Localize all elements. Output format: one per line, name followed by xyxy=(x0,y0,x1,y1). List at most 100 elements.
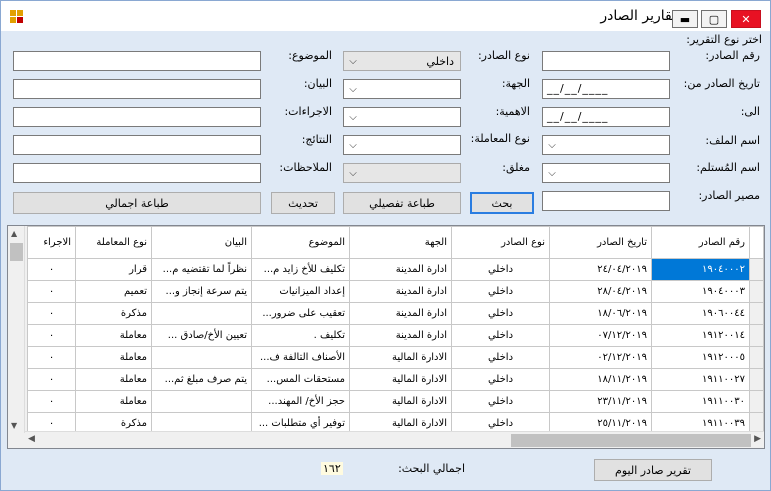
table-cell[interactable]: معاملة xyxy=(75,368,152,391)
maximize-button[interactable]: ▢ xyxy=(701,10,727,28)
table-cell[interactable]: ١٨/٠٦/٢٠١٩ xyxy=(549,302,652,325)
table-cell[interactable]: داخلي xyxy=(451,346,550,369)
table-cell[interactable]: الادارة المالية xyxy=(349,368,452,391)
table-cell[interactable]: تعيين الأخ/صادق ... xyxy=(151,324,252,347)
close-button[interactable]: ✕ xyxy=(731,10,761,28)
table-cell[interactable]: ٠ xyxy=(27,324,76,347)
vertical-scrollbar[interactable]: ▲ ▼ xyxy=(8,226,25,433)
date-from-field[interactable]: __/__/____ xyxy=(542,79,670,99)
horizontal-scrollbar[interactable]: ◀ ▶ xyxy=(25,431,764,448)
table-cell[interactable]: ٠ xyxy=(27,368,76,391)
table-cell[interactable] xyxy=(151,346,252,369)
table-cell[interactable]: داخلي xyxy=(451,280,550,303)
today-report-button[interactable]: تقرير صادر اليوم xyxy=(594,459,712,481)
table-cell[interactable]: داخلي xyxy=(451,324,550,347)
table-cell[interactable]: ٢٤/٠٤/٢٠١٩ xyxy=(549,258,652,281)
table-cell[interactable]: يتم سرعة إنجاز و... xyxy=(151,280,252,303)
statement-field[interactable] xyxy=(13,79,261,99)
table-cell[interactable]: ١٩١٢٠٠١٤ xyxy=(651,324,750,347)
col-header[interactable]: تاريخ الصادر xyxy=(549,226,652,259)
col-header[interactable]: رقم الصادر xyxy=(651,226,750,259)
scroll-left-icon[interactable]: ◀ xyxy=(28,434,35,444)
table-cell[interactable]: ١٨/١١/٢٠١٩ xyxy=(549,368,652,391)
recipient-select[interactable]: ⌵ xyxy=(542,163,670,183)
scroll-down-icon[interactable]: ▼ xyxy=(11,421,17,430)
table-cell[interactable]: الأصناف التالفة ف... xyxy=(251,346,350,369)
table-cell[interactable]: تكليف للأخ زايد م... xyxy=(251,258,350,281)
table-cell[interactable]: ١٩٠٦٠٠٤٤ xyxy=(651,302,750,325)
table-cell[interactable]: ١٩٠٤٠٠٠٣ xyxy=(651,280,750,303)
table-cell[interactable] xyxy=(151,390,252,413)
col-header[interactable]: نوع المعاملة xyxy=(75,226,152,259)
scroll-right-icon[interactable]: ▶ xyxy=(754,434,761,444)
importance-select[interactable]: ⌵ xyxy=(343,107,461,127)
table-cell[interactable]: ٠ xyxy=(27,302,76,325)
table-cell[interactable]: يتم صرف مبلغ ثم... xyxy=(151,368,252,391)
row-header[interactable] xyxy=(749,258,764,281)
table-row[interactable]: ١٩٠٤٠٠٠٣ ٢٨/٠٤/٢٠١٩ داخلي ادارة المدينة إعدا… xyxy=(27,280,764,303)
table-cell[interactable]: الادارة المالية xyxy=(349,390,452,413)
vertical-scroll-thumb[interactable] xyxy=(10,243,23,261)
outgoing-no-field[interactable] xyxy=(542,51,670,71)
subject-field[interactable] xyxy=(13,51,261,71)
row-header[interactable] xyxy=(749,346,764,369)
table-cell[interactable]: داخلي xyxy=(451,368,550,391)
row-header[interactable] xyxy=(749,280,764,303)
table-cell[interactable]: ٠٢/١٢/٢٠١٩ xyxy=(549,346,652,369)
table-cell[interactable]: ١٩١١٠٠٢٧ xyxy=(651,368,750,391)
table-row[interactable]: ١٩٠٦٠٠٤٤ ١٨/٠٦/٢٠١٩ داخلي ادارة المدينة تعقي… xyxy=(27,302,764,325)
table-row[interactable]: ١٩١٢٠٠٠٥ ٠٢/١٢/٢٠١٩ داخلي الادارة المالية ال… xyxy=(27,346,764,369)
table-cell[interactable]: قرار xyxy=(75,258,152,281)
results-field[interactable] xyxy=(13,135,261,155)
results-grid[interactable]: رقم الصادر تاريخ الصادر نوع الصادر الجهة… xyxy=(7,225,765,449)
table-cell[interactable]: مذكرة xyxy=(75,302,152,325)
table-row[interactable]: ١٩١١٠٠٣٠ ٢٣/١١/٢٠١٩ داخلي الادارة المالية حج… xyxy=(27,390,764,413)
row-header[interactable] xyxy=(749,324,764,347)
horizontal-scroll-thumb[interactable] xyxy=(511,434,751,447)
table-cell[interactable]: ادارة المدينة xyxy=(349,258,452,281)
col-header[interactable]: الجهة xyxy=(349,226,452,259)
row-header[interactable] xyxy=(749,390,764,413)
table-cell[interactable]: داخلي xyxy=(451,302,550,325)
table-cell[interactable]: ادارة المدينة xyxy=(349,302,452,325)
table-cell[interactable]: ادارة المدينة xyxy=(349,280,452,303)
col-header[interactable]: نوع الصادر xyxy=(451,226,550,259)
row-header[interactable] xyxy=(749,302,764,325)
table-cell[interactable]: ٠٧/١٢/٢٠١٩ xyxy=(549,324,652,347)
table-cell[interactable]: ٠ xyxy=(27,280,76,303)
table-cell[interactable]: ١٩١٢٠٠٠٥ xyxy=(651,346,750,369)
table-cell[interactable]: ادارة المدينة xyxy=(349,324,452,347)
table-cell[interactable]: ٠ xyxy=(27,346,76,369)
party-select[interactable]: ⌵ xyxy=(343,79,461,99)
notes-field[interactable] xyxy=(13,163,261,183)
table-cell[interactable]: الادارة المالية xyxy=(349,346,452,369)
table-cell[interactable]: إعداد الميزانيات xyxy=(251,280,350,303)
col-header[interactable]: البيان xyxy=(151,226,252,259)
table-cell[interactable]: ١٩١١٠٠٣٠ xyxy=(651,390,750,413)
table-cell[interactable]: داخلي xyxy=(451,390,550,413)
col-header[interactable]: الموضوع xyxy=(251,226,350,259)
table-cell[interactable]: حجز الأخ/ المهند... xyxy=(251,390,350,413)
scroll-up-icon[interactable]: ▲ xyxy=(11,229,17,238)
minimize-button[interactable]: ▬ xyxy=(672,10,698,28)
refresh-button[interactable]: تحديث xyxy=(271,192,335,214)
date-to-field[interactable]: __/__/____ xyxy=(542,107,670,127)
col-header[interactable]: الاجراء xyxy=(27,226,76,259)
table-cell[interactable]: نظراً لما تقتضيه م... xyxy=(151,258,252,281)
table-cell[interactable]: ٢٣/١١/٢٠١٩ xyxy=(549,390,652,413)
table-row[interactable]: ١٩١٢٠٠١٤ ٠٧/١٢/٢٠١٩ داخلي ادارة المدينة تكلي… xyxy=(27,324,764,347)
outgoing-type-select[interactable]: داخلي ⌵ xyxy=(343,51,461,71)
table-cell[interactable]: ٢٨/٠٤/٢٠١٩ xyxy=(549,280,652,303)
row-header[interactable] xyxy=(749,368,764,391)
table-cell[interactable]: تعميم xyxy=(75,280,152,303)
print-summary-button[interactable]: طباعة اجمالي xyxy=(13,192,261,214)
table-cell[interactable]: تعقيب على ضرور... xyxy=(251,302,350,325)
table-cell[interactable] xyxy=(151,302,252,325)
table-cell[interactable]: معاملة xyxy=(75,390,152,413)
closed-select[interactable]: ⌵ xyxy=(343,163,461,183)
table-cell[interactable]: ٠ xyxy=(27,258,76,281)
table-cell[interactable]: معاملة xyxy=(75,346,152,369)
table-cell[interactable]: تكليف . xyxy=(251,324,350,347)
table-cell[interactable]: معاملة xyxy=(75,324,152,347)
procedures-field[interactable] xyxy=(13,107,261,127)
